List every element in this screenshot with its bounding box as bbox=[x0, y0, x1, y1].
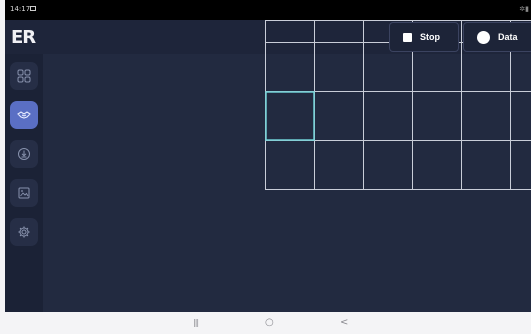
stop-button[interactable]: Stop bbox=[389, 22, 459, 52]
grid-cell[interactable] bbox=[314, 140, 364, 190]
sidebar-item-image[interactable] bbox=[10, 179, 38, 207]
grid-cell[interactable] bbox=[510, 91, 531, 141]
grid-cell[interactable] bbox=[412, 140, 462, 190]
grid-cell[interactable] bbox=[265, 91, 315, 141]
app-screen: 14:17 ✲▮ ER Stop Data bbox=[5, 0, 531, 312]
grid-cell[interactable] bbox=[314, 91, 364, 141]
status-icons: ✲▮ bbox=[519, 5, 529, 13]
grid-cell[interactable] bbox=[265, 140, 315, 190]
grid-cell[interactable] bbox=[265, 20, 315, 43]
grid-cell[interactable] bbox=[412, 91, 462, 141]
sidebar-item-download[interactable] bbox=[10, 140, 38, 168]
status-bar: 14:17 ✲▮ bbox=[5, 0, 531, 20]
grid-cell[interactable] bbox=[363, 91, 413, 141]
stop-button-label: Stop bbox=[420, 32, 440, 42]
sidebar-item-grid[interactable] bbox=[10, 62, 38, 90]
sidebar-item-handshake[interactable] bbox=[10, 101, 38, 129]
data-button[interactable]: Data bbox=[463, 22, 531, 52]
stop-icon bbox=[403, 32, 412, 42]
download-icon bbox=[18, 148, 30, 160]
grid-cell[interactable] bbox=[510, 140, 531, 190]
grid-cell[interactable] bbox=[314, 20, 364, 43]
home-button[interactable]: ○ bbox=[265, 316, 274, 330]
gallery-notification-icon bbox=[30, 6, 36, 11]
sidebar bbox=[5, 54, 43, 312]
system-nav-bar: ||| ○ < bbox=[0, 312, 531, 334]
handshake-icon bbox=[17, 111, 31, 119]
back-button[interactable]: < bbox=[340, 316, 348, 330]
record-dot-icon bbox=[477, 30, 490, 44]
selected-grid-cell[interactable] bbox=[265, 91, 315, 141]
grid-cell[interactable] bbox=[314, 42, 364, 92]
grid-cell[interactable] bbox=[265, 42, 315, 92]
grid-cell[interactable] bbox=[461, 140, 511, 190]
app-logo: ER bbox=[11, 27, 36, 48]
grid-cell[interactable] bbox=[363, 140, 413, 190]
grid-cell[interactable] bbox=[461, 91, 511, 141]
gear-icon bbox=[18, 226, 30, 238]
recents-button[interactable]: ||| bbox=[193, 316, 199, 330]
grid-icon bbox=[17, 69, 31, 83]
data-button-label: Data bbox=[498, 32, 518, 42]
status-time: 14:17 bbox=[10, 5, 31, 13]
sidebar-item-settings[interactable] bbox=[10, 218, 38, 246]
image-icon bbox=[18, 187, 30, 199]
